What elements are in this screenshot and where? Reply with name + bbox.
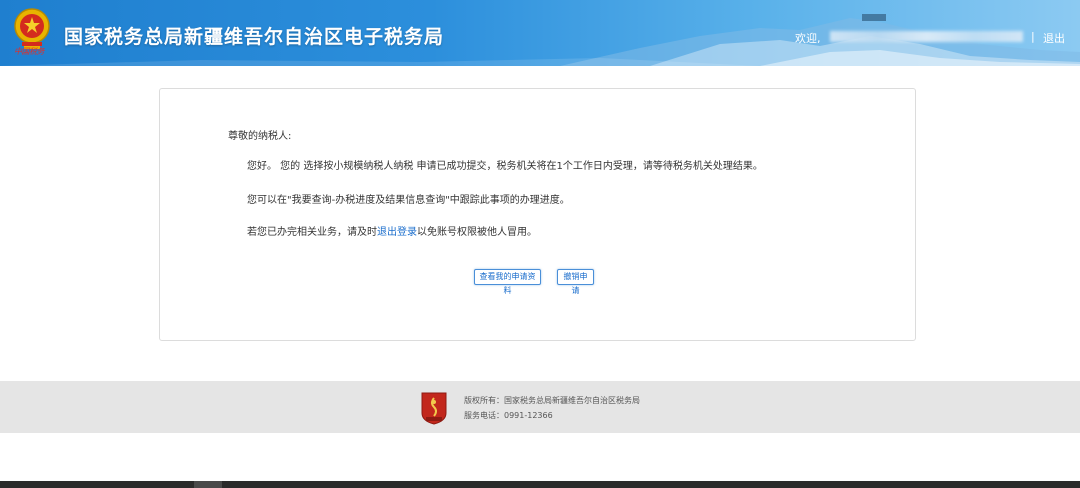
revoke-application-button[interactable]: 撤销申请 <box>557 269 594 295</box>
brand-script-logo: 中国税务 <box>14 47 45 56</box>
submission-result-card: 尊敬的纳税人: 您好。 您的 选择按小规模纳税人纳税 申请已成功提交，税务机关将… <box>159 88 916 341</box>
logout-login-link[interactable]: 退出登录 <box>377 227 417 238</box>
header-separator: | <box>1031 30 1035 43</box>
success-message: 您好。 您的 选择按小规模纳税人纳税 申请已成功提交，税务机关将在1个工作日内受… <box>247 161 763 172</box>
logout-link[interactable]: 退出 <box>1043 30 1065 46</box>
welcome-text: 欢迎, <box>795 32 821 45</box>
footer: 版权所有：国家税务总局新疆维吾尔自治区税务局 服务电话：0991-12366 <box>0 381 1080 433</box>
view-application-button[interactable]: 查看我的申请资料 <box>474 269 541 295</box>
os-taskbar <box>0 481 1080 488</box>
logout-reminder-prefix: 若您已办完相关业务，请及时 <box>247 227 377 238</box>
copyright-text: 版权所有：国家税务总局新疆维吾尔自治区税务局 <box>464 396 640 405</box>
redacted-username <box>830 31 1023 42</box>
header-banner: 中国税务 国家税务总局新疆维吾尔自治区电子税务局 欢迎, | 退出 <box>0 0 1080 66</box>
progress-hint: 您可以在"我要查询-办税进度及结果信息查询"中跟踪此事项的办理进度。 <box>247 195 570 206</box>
service-phone-text: 服务电话：0991-12366 <box>464 411 553 420</box>
site-title: 国家税务总局新疆维吾尔自治区电子税务局 <box>64 26 445 48</box>
taskbar-item[interactable] <box>194 481 222 488</box>
logout-reminder-suffix: 以免账号权限被他人冒用。 <box>417 227 537 238</box>
logout-reminder: 若您已办完相关业务，请及时退出登录以免账号权限被他人冒用。 <box>247 223 537 238</box>
tax-shield-logo-icon <box>421 392 447 425</box>
greeting-text: 尊敬的纳税人: <box>228 131 292 142</box>
